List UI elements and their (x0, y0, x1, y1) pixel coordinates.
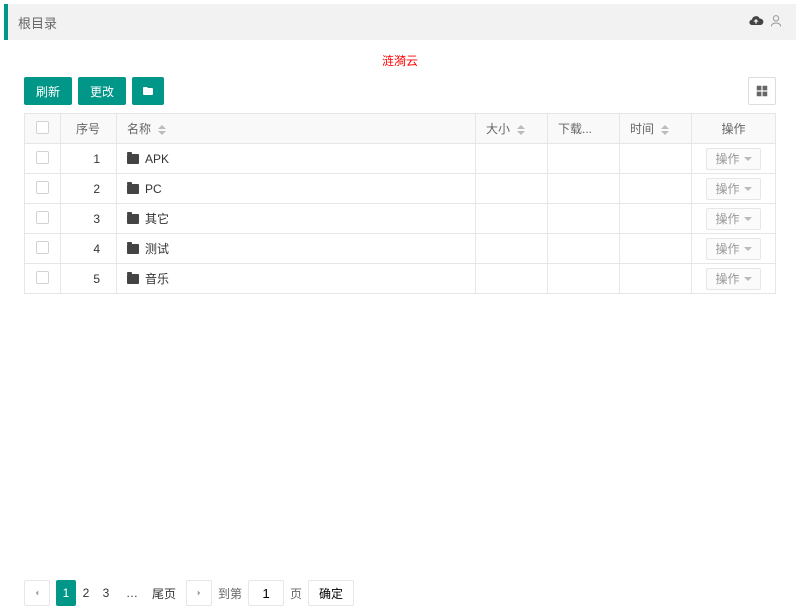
table-row: 1 APK 操作 (25, 144, 776, 174)
new-folder-button[interactable] (132, 77, 164, 105)
row-size (476, 174, 548, 204)
sort-down-icon[interactable] (158, 131, 166, 135)
view-toggle-button[interactable] (748, 77, 776, 105)
row-downloads (548, 144, 620, 174)
row-action-button[interactable]: 操作 (706, 148, 760, 170)
row-action-label: 操作 (715, 240, 739, 257)
row-action-label: 操作 (715, 180, 739, 197)
row-name: 其它 (145, 212, 169, 226)
row-name-cell[interactable]: 其它 (117, 204, 476, 234)
row-checkbox[interactable] (36, 151, 49, 164)
col-header-downloads: 下载... (548, 114, 620, 144)
folder-icon (127, 184, 139, 194)
row-downloads (548, 174, 620, 204)
page-ellipsis: … (122, 580, 142, 606)
row-name: PC (145, 182, 162, 196)
row-action-button[interactable]: 操作 (706, 268, 760, 290)
modify-button[interactable]: 更改 (78, 77, 126, 105)
row-time (620, 144, 692, 174)
row-checkbox[interactable] (36, 241, 49, 254)
row-name: 音乐 (145, 272, 169, 286)
row-index: 4 (61, 234, 117, 264)
row-downloads (548, 204, 620, 234)
col-header-name[interactable]: 名称 (117, 114, 476, 144)
folder-icon (127, 274, 139, 284)
row-index: 2 (61, 174, 117, 204)
row-checkbox[interactable] (36, 211, 49, 224)
pagination: 123 … 尾页 到第 页 确定 (24, 580, 776, 606)
row-name-cell[interactable]: APK (117, 144, 476, 174)
chevron-down-icon (744, 277, 752, 281)
last-page-button[interactable]: 尾页 (148, 580, 180, 606)
col-header-action: 操作 (692, 114, 776, 144)
row-name: 测试 (145, 242, 169, 256)
row-name-cell[interactable]: PC (117, 174, 476, 204)
table-row: 2 PC 操作 (25, 174, 776, 204)
sort-up-icon[interactable] (158, 125, 166, 129)
brand-text: 涟漪云 (0, 44, 800, 77)
chevron-down-icon (744, 187, 752, 191)
page-number[interactable]: 2 (76, 580, 96, 606)
sort-up-icon[interactable] (661, 125, 669, 129)
col-header-name-label: 名称 (127, 122, 151, 136)
sort-up-icon[interactable] (517, 125, 525, 129)
row-size (476, 144, 548, 174)
goto-confirm-button[interactable]: 确定 (308, 580, 354, 606)
folder-icon (127, 154, 139, 164)
table-row: 5 音乐 操作 (25, 264, 776, 294)
col-header-time-label: 时间 (630, 122, 654, 136)
row-action-label: 操作 (715, 270, 739, 287)
row-checkbox[interactable] (36, 271, 49, 284)
row-size (476, 264, 548, 294)
row-size (476, 234, 548, 264)
user-icon[interactable] (768, 13, 784, 32)
col-header-time[interactable]: 时间 (620, 114, 692, 144)
row-index: 1 (61, 144, 117, 174)
chevron-down-icon (744, 217, 752, 221)
row-index: 3 (61, 204, 117, 234)
table-row: 3 其它 操作 (25, 204, 776, 234)
page-suffix: 页 (290, 585, 302, 602)
folder-icon (127, 244, 139, 254)
row-action-label: 操作 (715, 150, 739, 167)
row-downloads (548, 234, 620, 264)
next-page-button[interactable] (186, 580, 212, 606)
sort-down-icon[interactable] (517, 131, 525, 135)
row-name-cell[interactable]: 音乐 (117, 264, 476, 294)
row-downloads (548, 264, 620, 294)
row-time (620, 204, 692, 234)
row-time (620, 234, 692, 264)
row-action-button[interactable]: 操作 (706, 238, 760, 260)
row-name: APK (145, 152, 169, 166)
prev-page-button[interactable] (24, 580, 50, 606)
refresh-button[interactable]: 刷新 (24, 77, 72, 105)
select-all-checkbox[interactable] (36, 121, 49, 134)
file-table: 序号 名称 大小 下载... 时间 操作 1APK操作2PC操作3其它操作4测试… (24, 113, 776, 294)
col-header-index: 序号 (61, 114, 117, 144)
page-number[interactable]: 1 (56, 580, 76, 606)
col-header-size[interactable]: 大小 (476, 114, 548, 144)
chevron-down-icon (744, 157, 752, 161)
row-time (620, 264, 692, 294)
table-row: 4 测试 操作 (25, 234, 776, 264)
col-header-size-label: 大小 (486, 122, 510, 136)
row-name-cell[interactable]: 测试 (117, 234, 476, 264)
page-input[interactable] (248, 580, 284, 606)
sort-down-icon[interactable] (661, 131, 669, 135)
row-action-button[interactable]: 操作 (706, 208, 760, 230)
row-size (476, 204, 548, 234)
row-action-label: 操作 (715, 210, 739, 227)
chevron-down-icon (744, 247, 752, 251)
row-action-button[interactable]: 操作 (706, 178, 760, 200)
row-index: 5 (61, 264, 117, 294)
cloud-upload-icon[interactable] (748, 13, 764, 32)
goto-label: 到第 (218, 585, 242, 602)
breadcrumb-root[interactable]: 根目录 (8, 13, 57, 32)
folder-icon (127, 214, 139, 224)
page-number[interactable]: 3 (96, 580, 116, 606)
row-time (620, 174, 692, 204)
row-checkbox[interactable] (36, 181, 49, 194)
